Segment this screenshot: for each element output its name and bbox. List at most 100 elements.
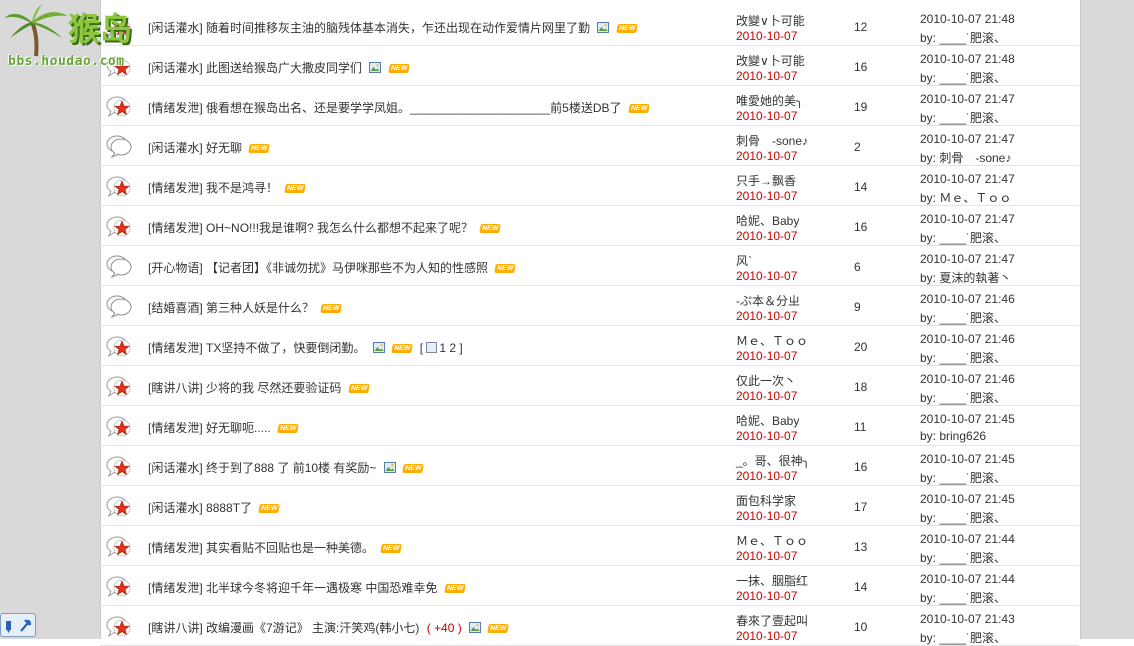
last-post-author[interactable]: by: bring626 xyxy=(920,429,986,443)
thread-author[interactable]: 改變∨卜可能 xyxy=(736,52,805,69)
thread-title-link[interactable]: 终于到了888 了 前10楼 有奖励~ xyxy=(206,461,376,475)
thread-category-link[interactable]: [情绪发泄] xyxy=(148,421,203,435)
thread-author[interactable]: Ｍｅ、Ｔｏｏ xyxy=(736,532,808,549)
thread-category-link[interactable]: [情绪发泄] xyxy=(148,101,203,115)
thread-title-link[interactable]: 随着时间推移灰主油的脑残体基本消失，乍还出现在动作爱情片网里了勤 xyxy=(206,21,590,35)
last-post-time[interactable]: 2010-10-07 21:47 xyxy=(920,92,1015,106)
last-post-author[interactable]: by: 刺骨 -sone♪ xyxy=(920,149,1011,166)
last-post-time[interactable]: 2010-10-07 21:46 xyxy=(920,332,1015,346)
thread-row[interactable]: [开心物语] 【记者团】《非诚勿扰》马伊咪那些不为人知的性感照 NEW 风ˋ 2… xyxy=(100,245,1079,286)
hot-topic-icon xyxy=(106,174,134,198)
thread-category-link[interactable]: [情绪发泄] xyxy=(148,341,203,355)
thread-title-link[interactable]: 第三种人妖是什么？ xyxy=(206,301,314,315)
thread-title-link[interactable]: 此图送给猴岛广大撒皮同学们 xyxy=(206,61,362,75)
thread-title-link[interactable]: 俄看想在猴岛出名、还是要学学凤姐。_____________________前5… xyxy=(206,101,622,115)
thread-author[interactable]: 改變∨卜可能 xyxy=(736,12,805,29)
thread-title-link[interactable]: 其实看贴不回贴也是一种美德。 xyxy=(206,541,374,555)
last-post-time[interactable]: 2010-10-07 21:45 xyxy=(920,412,1015,426)
last-post-author[interactable]: by: ____˙肥滚、 xyxy=(920,229,1006,246)
last-post-time[interactable]: 2010-10-07 21:47 xyxy=(920,212,1015,226)
site-logo[interactable]: 猴岛 bbs.houdao.com xyxy=(0,0,160,78)
last-post-author[interactable]: by: 夏沫的執著丶 xyxy=(920,269,1011,286)
thread-author[interactable]: Ｍｅ、Ｔｏｏ xyxy=(736,332,808,349)
last-post-author[interactable]: by: ____˙肥滚、 xyxy=(920,69,1006,86)
thread-pages[interactable]: [ 1 2 ] xyxy=(420,341,463,355)
last-post-time[interactable]: 2010-10-07 21:47 xyxy=(920,172,1015,186)
thread-row[interactable]: [闲话灌水] 此图送给猴岛广大撒皮同学们 NEW 改變∨卜可能 2010-10-… xyxy=(100,45,1079,86)
thread-row[interactable]: [情绪发泄] OH~NO!!!我是谁啊? 我怎么什么都想不起来了呢？ NEW 哈… xyxy=(100,205,1079,246)
new-badge-icon: NEW xyxy=(615,24,638,33)
thread-category-link[interactable]: [瞎讲八讲] xyxy=(148,381,203,395)
last-post-author[interactable]: by: ____˙肥滚、 xyxy=(920,349,1006,366)
thread-row[interactable]: [情绪发泄] 其实看贴不回贴也是一种美德。 NEW Ｍｅ、Ｔｏｏ 2010-10… xyxy=(100,525,1079,566)
tools-button[interactable] xyxy=(0,613,36,637)
thread-category-link[interactable]: [情绪发泄] xyxy=(148,581,203,595)
thread-author[interactable]: _。哥、很神╮ xyxy=(736,452,810,469)
thread-author[interactable]: 一抹、胭脂红 xyxy=(736,572,808,589)
thread-row[interactable]: [情绪发泄] TX坚持不做了，快要倒闭勤。 NEW [ 1 2 ] Ｍｅ、Ｔｏｏ… xyxy=(100,325,1079,366)
thread-title-link[interactable]: 改编漫画《7游记》 主演:汗笑鸡(韩小七) xyxy=(206,621,419,635)
page-links[interactable]: 1 2 xyxy=(439,341,456,355)
thread-row[interactable]: [情绪发泄] 俄看想在猴岛出名、还是要学学凤姐。________________… xyxy=(100,85,1079,126)
last-post-time[interactable]: 2010-10-07 21:45 xyxy=(920,492,1015,506)
last-post-author[interactable]: by: ____˙肥滚、 xyxy=(920,389,1006,406)
thread-title-link[interactable]: 少将的我 尽然还要验证码 xyxy=(206,381,341,395)
last-post-author[interactable]: by: ____˙肥滚、 xyxy=(920,549,1006,566)
last-post-time[interactable]: 2010-10-07 21:44 xyxy=(920,572,1015,586)
last-post-time[interactable]: 2010-10-07 21:45 xyxy=(920,452,1015,466)
thread-row[interactable]: [闲话灌水] 好无聊 NEW 刺骨 -sone♪ 2010-10-07 2 20… xyxy=(100,125,1079,166)
last-post-author[interactable]: by: Ｍｅ、Ｔｏｏ xyxy=(920,189,1011,206)
thread-author[interactable]: 唯愛她的美╮ xyxy=(736,92,803,109)
thread-category-link[interactable]: [闲话灌水] xyxy=(148,461,203,475)
thread-author[interactable]: -ぷ本＆分ㄓ xyxy=(736,292,800,309)
last-post-time[interactable]: 2010-10-07 21:48 xyxy=(920,52,1015,66)
thread-author[interactable]: 哈妮、Baby xyxy=(736,412,799,429)
thread-row[interactable]: [闲话灌水] 终于到了888 了 前10楼 有奖励~ NEW _。哥、很神╮ 2… xyxy=(100,445,1079,486)
thread-row[interactable]: [情绪发泄] 好无聊呃..... NEW 哈妮、Baby 2010-10-07 … xyxy=(100,405,1079,446)
last-post-author[interactable]: by: ____˙肥滚、 xyxy=(920,469,1006,486)
thread-author[interactable]: 春來了壹起叫 xyxy=(736,612,808,629)
thread-author[interactable]: 面包科学家 xyxy=(736,492,796,509)
thread-row[interactable]: [瞎讲八讲] 改编漫画《7游记》 主演:汗笑鸡(韩小七) ( +40 ) NEW… xyxy=(100,605,1079,646)
last-post-time[interactable]: 2010-10-07 21:43 xyxy=(920,612,1015,626)
thread-title-link[interactable]: OH~NO!!!我是谁啊? 我怎么什么都想不起来了呢？ xyxy=(206,221,473,235)
last-post-author[interactable]: by: ____˙肥滚、 xyxy=(920,629,1006,646)
thread-row[interactable]: [闲话灌水] 8888T了 NEW 面包科学家 2010-10-07 17 20… xyxy=(100,485,1079,526)
thread-author[interactable]: 风ˋ xyxy=(736,252,752,269)
thread-title-link[interactable]: 好无聊呃..... xyxy=(206,421,271,435)
last-post-time[interactable]: 2010-10-07 21:48 xyxy=(920,12,1015,26)
last-post-author[interactable]: by: ____˙肥滚、 xyxy=(920,29,1006,46)
thread-category-link[interactable]: [瞎讲八讲] xyxy=(148,621,203,635)
thread-category-link[interactable]: [情绪发泄] xyxy=(148,221,203,235)
thread-title-link[interactable]: 好无聊 xyxy=(206,141,242,155)
thread-category-link[interactable]: [开心物语] xyxy=(148,261,203,275)
thread-row[interactable]: [结婚喜酒] 第三种人妖是什么？ NEW -ぷ本＆分ㄓ 2010-10-07 9… xyxy=(100,285,1079,326)
thread-row[interactable]: [情绪发泄] 北半球今冬将迎千年一遇极寒 中国恐难幸免 NEW 一抹、胭脂红 2… xyxy=(100,565,1079,606)
thread-title-link[interactable]: 我不是鸿寻！ xyxy=(206,181,278,195)
thread-author[interactable]: 只手→飘香 xyxy=(736,172,796,189)
thread-category-link[interactable]: [情绪发泄] xyxy=(148,181,203,195)
last-post-time[interactable]: 2010-10-07 21:46 xyxy=(920,292,1015,306)
thread-category-link[interactable]: [闲话灌水] xyxy=(148,501,203,515)
last-post-author[interactable]: by: ____˙肥滚、 xyxy=(920,309,1006,326)
thread-title-link[interactable]: 8888T了 xyxy=(206,501,252,515)
last-post-author[interactable]: by: ____˙肥滚、 xyxy=(920,589,1006,606)
thread-title-link[interactable]: 北半球今冬将迎千年一遇极寒 中国恐难幸免 xyxy=(206,581,437,595)
thread-row[interactable]: [闲话灌水] 随着时间推移灰主油的脑残体基本消失，乍还出现在动作爱情片网里了勤 … xyxy=(100,5,1079,46)
thread-row[interactable]: [瞎讲八讲] 少将的我 尽然还要验证码 NEW 仅此一次丶 2010-10-07… xyxy=(100,365,1079,406)
thread-category-link[interactable]: [闲话灌水] xyxy=(148,141,203,155)
last-post-author[interactable]: by: ____˙肥滚、 xyxy=(920,109,1006,126)
thread-category-link[interactable]: [结婚喜酒] xyxy=(148,301,203,315)
thread-category-link[interactable]: [情绪发泄] xyxy=(148,541,203,555)
thread-title-link[interactable]: TX坚持不做了，快要倒闭勤。 xyxy=(206,341,365,355)
last-post-time[interactable]: 2010-10-07 21:47 xyxy=(920,132,1015,146)
last-post-time[interactable]: 2010-10-07 21:46 xyxy=(920,372,1015,386)
thread-title-link[interactable]: 【记者团】《非诚勿扰》马伊咪那些不为人知的性感照 xyxy=(206,261,488,275)
last-post-author[interactable]: by: ____˙肥滚、 xyxy=(920,509,1006,526)
last-post-time[interactable]: 2010-10-07 21:44 xyxy=(920,532,1015,546)
last-post-time[interactable]: 2010-10-07 21:47 xyxy=(920,252,1015,266)
thread-row[interactable]: [情绪发泄] 我不是鸿寻！ NEW 只手→飘香 2010-10-07 14 20… xyxy=(100,165,1079,206)
thread-author[interactable]: 刺骨 -sone♪ xyxy=(736,132,808,149)
thread-author[interactable]: 仅此一次丶 xyxy=(736,372,796,389)
thread-author[interactable]: 哈妮、Baby xyxy=(736,212,799,229)
